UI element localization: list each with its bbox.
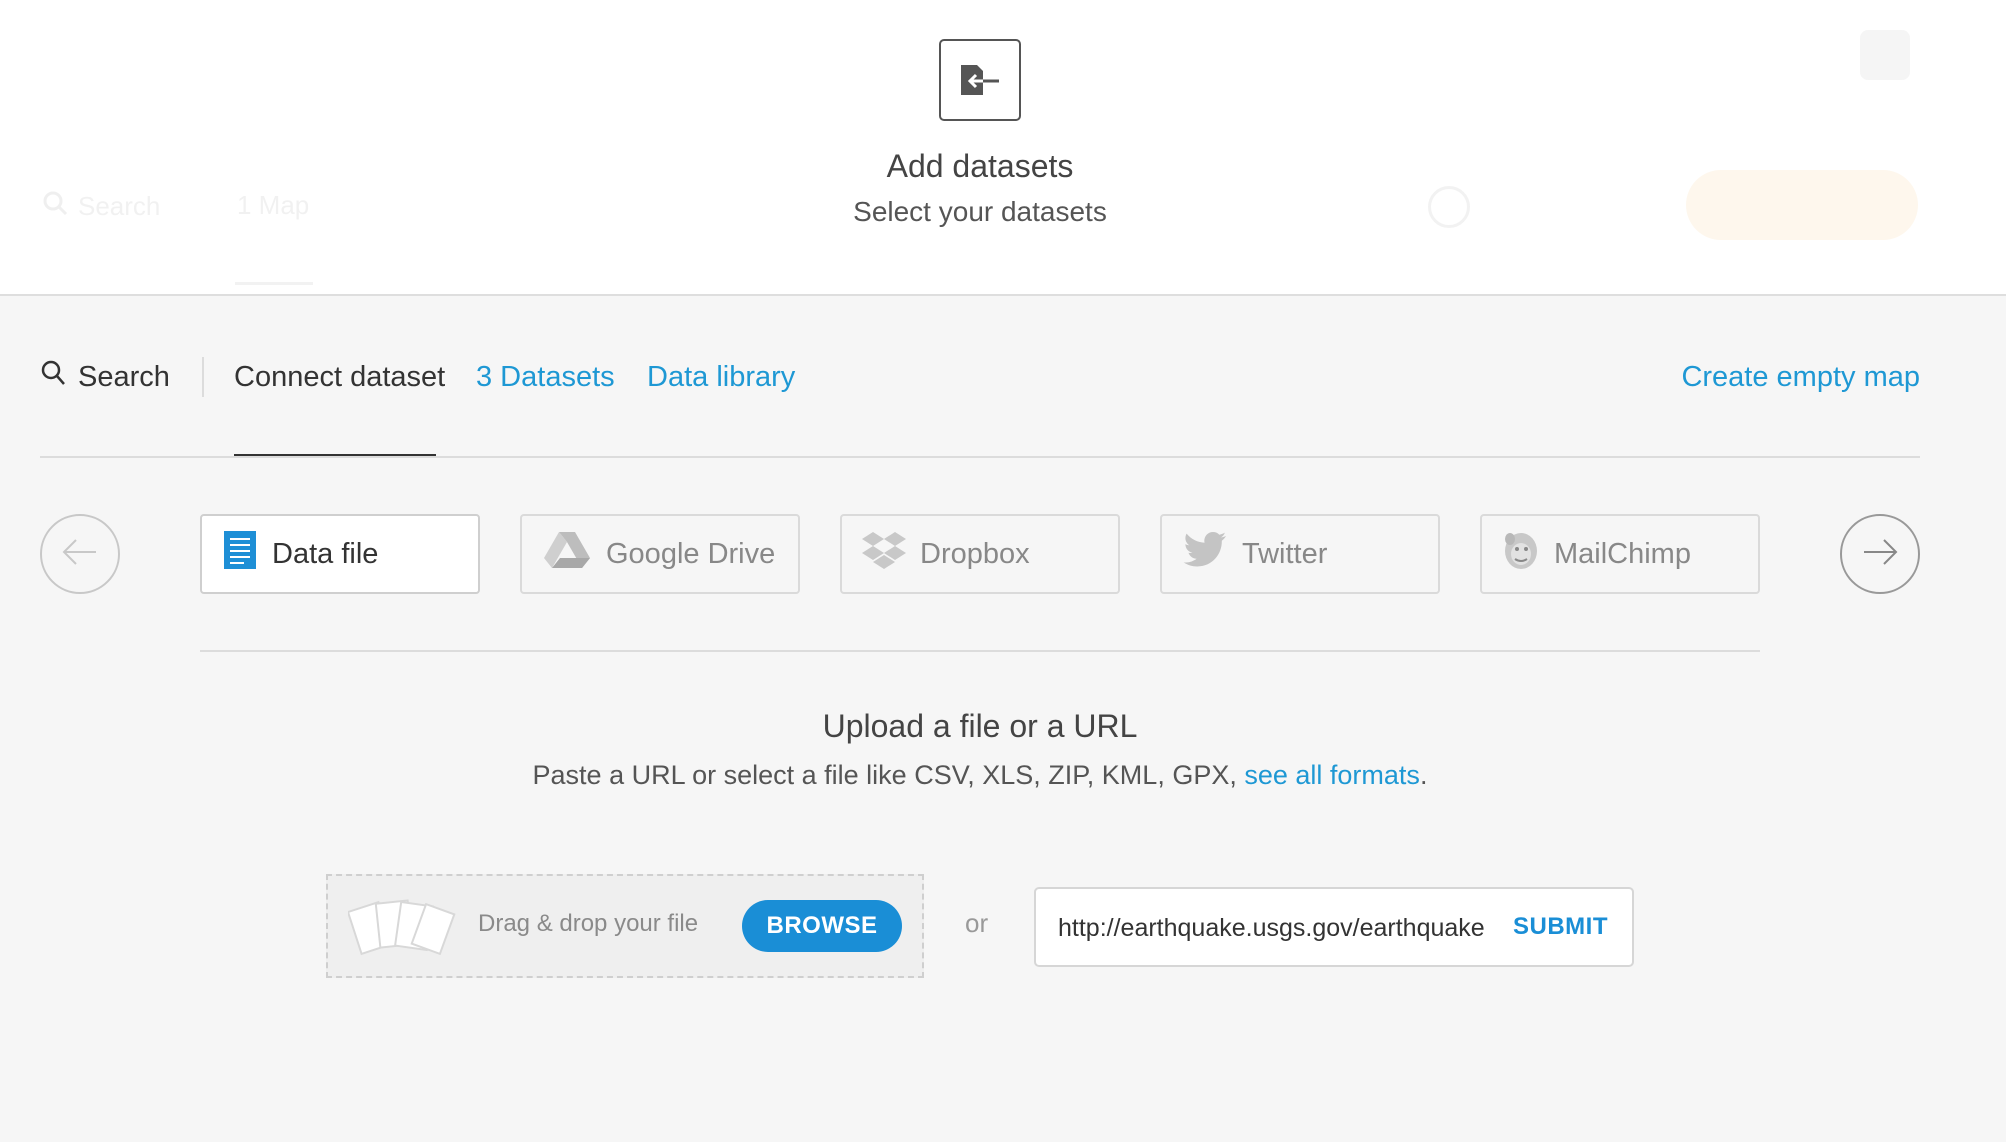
url-form: SUBMIT <box>1034 887 1634 967</box>
previous-button[interactable] <box>40 514 120 594</box>
google-drive-icon <box>542 530 592 578</box>
source-label: Google Drive <box>606 537 776 570</box>
source-mailchimp[interactable]: MailChimp <box>1480 514 1760 594</box>
source-label: Twitter <box>1242 537 1328 570</box>
modal-header: Search 1 Map Add datasets Select your da… <box>0 0 2006 296</box>
url-input[interactable] <box>1058 903 1528 953</box>
next-button[interactable] <box>1840 514 1920 594</box>
nav-divider-line <box>40 456 1920 458</box>
upload-title: Upload a file or a URL <box>822 708 1138 744</box>
twitter-icon <box>1182 530 1228 578</box>
search-icon <box>40 359 66 395</box>
or-separator: or <box>965 908 989 938</box>
create-empty-map-link[interactable]: Create empty map <box>1681 355 1920 399</box>
mailchimp-icon <box>1502 529 1540 579</box>
upload-description-end: . <box>1419 760 1428 790</box>
source-dropbox[interactable]: Dropbox <box>840 514 1120 594</box>
tab-datasets[interactable]: 3 Datasets <box>476 355 615 399</box>
tab-data-library[interactable]: Data library <box>647 355 795 399</box>
arrow-left-icon <box>60 537 100 572</box>
upload-description: Paste a URL or select a file like CSV, X… <box>0 760 1960 791</box>
nav-divider <box>202 357 204 397</box>
search-label: Search <box>78 360 170 393</box>
sources-divider <box>200 650 1760 652</box>
dropbox-icon <box>862 530 906 578</box>
source-label: MailChimp <box>1554 537 1691 570</box>
files-icon <box>346 892 458 969</box>
file-dropzone[interactable]: Drag & drop your file BROWSE <box>326 874 924 978</box>
upload-description-text: Paste a URL or select a file like CSV, X… <box>532 760 1237 790</box>
source-data-file[interactable]: Data file <box>200 514 480 594</box>
drop-text: Drag & drop your file <box>478 910 699 937</box>
dataset-nav: Search Connect dataset 3 Datasets Data l… <box>40 355 1920 457</box>
see-all-formats-link[interactable]: see all formats <box>1244 760 1420 790</box>
modal-subtitle: Select your datasets <box>853 196 1107 227</box>
tab-connect-dataset[interactable]: Connect dataset <box>234 355 445 399</box>
background-tab-underline <box>235 282 313 285</box>
source-label: Dropbox <box>920 537 1030 570</box>
arrow-right-icon <box>1860 537 1900 572</box>
document-icon <box>222 529 258 579</box>
submit-button[interactable]: SUBMIT <box>1513 913 1608 941</box>
search-button[interactable]: Search <box>40 355 170 399</box>
modal-title: Add datasets <box>886 148 1074 184</box>
source-label: Data file <box>272 537 379 570</box>
source-google-drive[interactable]: Google Drive <box>520 514 800 594</box>
source-twitter[interactable]: Twitter <box>1160 514 1440 594</box>
import-arrow-icon <box>939 39 1021 121</box>
background-avatar <box>1860 30 1910 80</box>
browse-button[interactable]: BROWSE <box>742 900 902 952</box>
